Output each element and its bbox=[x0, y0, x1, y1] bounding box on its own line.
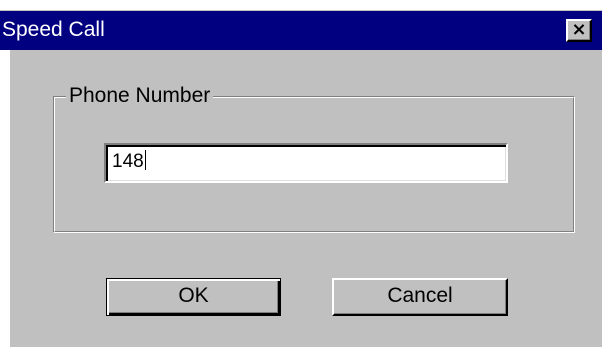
window-title: Speed Call bbox=[2, 18, 105, 41]
close-icon: × bbox=[571, 19, 587, 40]
cancel-button[interactable]: Cancel bbox=[332, 278, 508, 316]
dialog-body: Phone Number 148 OK Cancel bbox=[10, 50, 602, 347]
ok-button[interactable]: OK bbox=[106, 278, 281, 316]
close-button[interactable]: × bbox=[566, 19, 592, 42]
title-bar[interactable]: Speed Call × bbox=[0, 10, 602, 50]
phone-number-group-label: Phone Number bbox=[66, 83, 214, 109]
phone-number-value: 148 bbox=[112, 151, 144, 172]
text-caret bbox=[144, 150, 146, 170]
speed-call-dialog: Speed Call × Phone Number 148 OK Cancel bbox=[0, 0, 602, 347]
phone-number-input[interactable]: 148 bbox=[104, 143, 508, 183]
